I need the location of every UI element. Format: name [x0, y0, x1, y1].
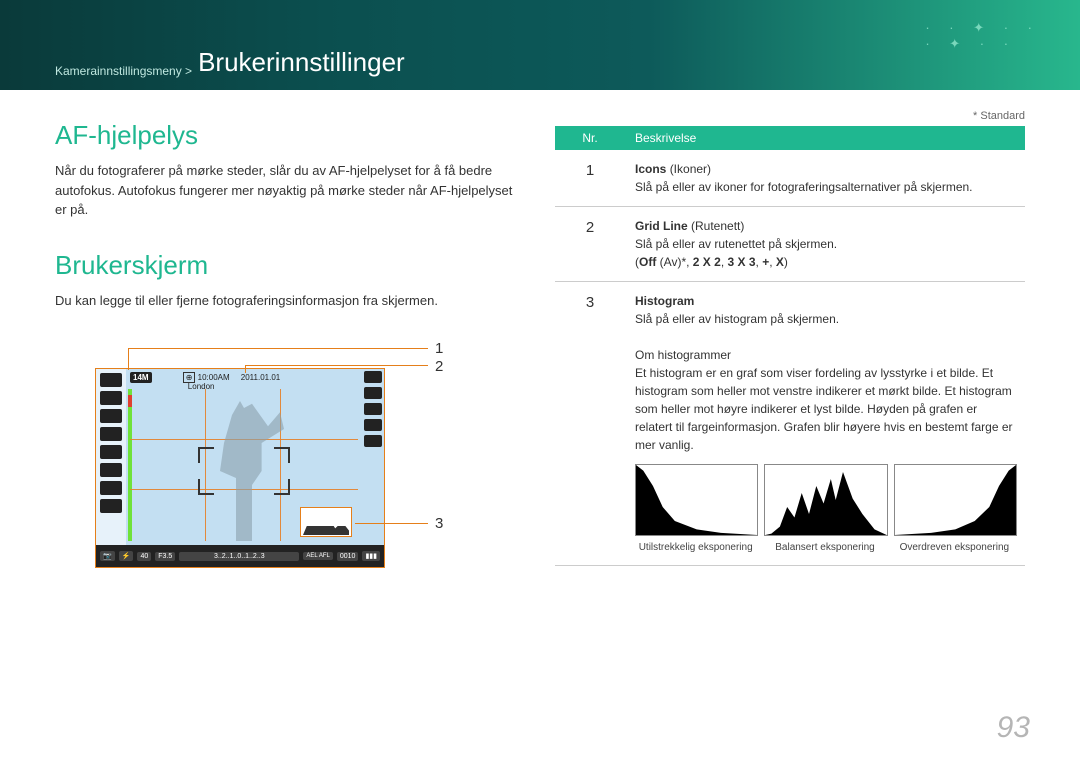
- section-userscreen-body: Du kan legge til eller fjerne fotografer…: [55, 291, 515, 311]
- lcd-icons-right: [362, 371, 384, 447]
- lcd-icons-left: [96, 369, 126, 545]
- options-table: Nr. Beskrivelse 1 Icons (Ikoner) Slå på …: [555, 126, 1025, 566]
- histogram-overexposed: [894, 464, 1017, 536]
- table-row: 3 Histogram Slå på eller av histogram på…: [555, 282, 1025, 566]
- callout-2: 2: [435, 358, 443, 375]
- mini-histogram: [300, 507, 352, 537]
- lcd-bottom-bar: 📷⚡ 40 F3.5 3..2..1..0..1..2..3 AEL AFL 0…: [96, 545, 384, 567]
- table-row: 2 Grid Line (Rutenett) Slå på eller av r…: [555, 207, 1025, 282]
- callout-1: 1: [435, 340, 443, 357]
- silhouette-icon: [204, 401, 284, 541]
- lcd-frame: 14M ⊕ 10:00AM 2011.01.01 London: [95, 368, 385, 568]
- standard-note: * Standard: [555, 110, 1025, 122]
- histogram-underexposed: [635, 464, 758, 536]
- breadcrumb-current: Brukerinnstillinger: [198, 47, 405, 78]
- section-af-title: AF-hjelpelys: [55, 120, 515, 151]
- table-row: 1 Icons (Ikoner) Slå på eller av ikoner …: [555, 150, 1025, 207]
- section-af-body: Når du fotograferer på mørke steder, slå…: [55, 161, 515, 220]
- histogram-balanced: [764, 464, 887, 536]
- th-nr: Nr.: [555, 126, 625, 150]
- decorative-stars: · · ✦ · ·· ✦ · ·: [925, 20, 1040, 52]
- page-number: 93: [997, 711, 1030, 745]
- callout-3: 3: [435, 515, 443, 532]
- lcd-diagram: 14M ⊕ 10:00AM 2011.01.01 London: [55, 328, 475, 578]
- section-userscreen-title: Brukerskjerm: [55, 250, 515, 281]
- th-desc: Beskrivelse: [625, 126, 1025, 150]
- breadcrumb-parent: Kamerainnstillingsmeny >: [55, 64, 192, 78]
- header-banner: Kamerainnstillingsmeny > Brukerinnstilli…: [0, 0, 1080, 90]
